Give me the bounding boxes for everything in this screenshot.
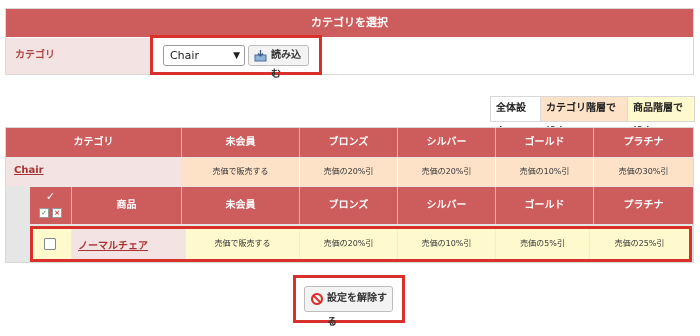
category-value-gold: 売価の10%引 [496, 158, 594, 186]
tab-global[interactable]: 全体設定 [491, 97, 541, 138]
highlight-frame-product-row [30, 226, 692, 262]
category-name-cell: Chair [6, 158, 182, 186]
product-header-nonmember: 未会員 [182, 187, 300, 224]
category-link[interactable]: Chair [14, 165, 44, 176]
load-button-label: 読み込む [271, 50, 301, 80]
product-header-platinum: プラチナ [594, 187, 693, 224]
category-value-silver: 売価の20%引 [398, 158, 496, 186]
column-header-bronze: ブロンズ [300, 128, 398, 157]
setting-tabs: 全体設定 カテゴリ階層で設定 商品階層で設定 [490, 96, 695, 138]
category-value-nonmember: 売価で販売する [182, 158, 300, 186]
product-header-silver: シルバー [398, 187, 496, 224]
category-select-value: Chair [170, 49, 199, 62]
prohibited-icon [311, 293, 323, 305]
category-select[interactable]: Chair ▼ [163, 45, 245, 66]
uncheck-all-icon[interactable]: × [52, 208, 62, 218]
tab-category-level[interactable]: カテゴリ階層で設定 [541, 97, 628, 138]
category-value-platinum: 売価の30%引 [594, 158, 693, 186]
load-button[interactable]: 読み込む [248, 45, 309, 80]
column-header-silver: シルバー [398, 128, 496, 157]
chevron-down-icon: ▼ [233, 51, 240, 61]
category-label: カテゴリ [6, 38, 150, 74]
category-select-panel: カテゴリを選択 カテゴリ [5, 8, 694, 75]
select-column-header: ✓ ✓ × [30, 187, 72, 224]
column-header-gold: ゴールド [496, 128, 594, 157]
column-header-nonmember: 未会員 [182, 128, 300, 157]
product-header-gold: ゴールド [496, 187, 594, 224]
check-all-icon[interactable]: ✓ [39, 208, 49, 218]
category-value-bronze: 売価の20%引 [300, 158, 398, 186]
column-header-platinum: プラチナ [594, 128, 693, 157]
check-mark: ✓ [45, 190, 56, 203]
product-header-bronze: ブロンズ [300, 187, 398, 224]
category-panel-header: カテゴリを選択 [6, 9, 693, 37]
release-settings-button[interactable]: 設定を解除する [304, 286, 393, 328]
product-column-header: 商品 [72, 187, 182, 224]
category-column-header: カテゴリ [6, 128, 182, 157]
load-icon [254, 50, 267, 62]
tab-product-level[interactable]: 商品階層で設定 [628, 97, 694, 138]
